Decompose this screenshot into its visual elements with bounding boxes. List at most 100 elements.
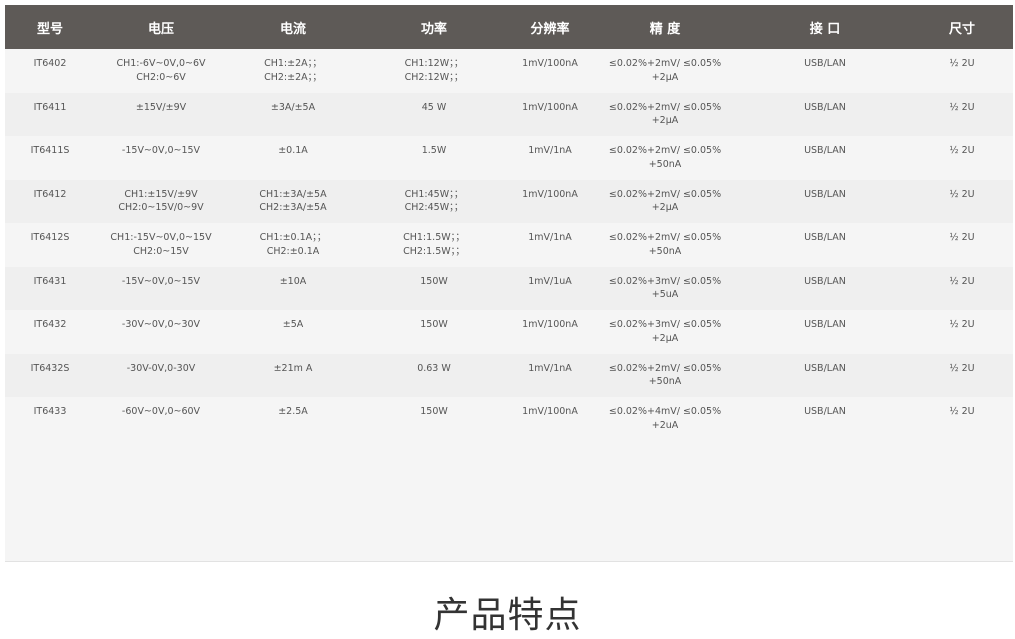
cell-voltage-line: CH2:0~15V/0~9V <box>118 202 204 213</box>
cell-current: CH1:±0.1A；； CH2:±0.1A <box>227 223 359 267</box>
cell-current-line: ±0.1A <box>278 145 308 156</box>
cell-size: ½ 2U <box>911 266 1013 310</box>
cell-current: ±0.1A <box>227 136 359 180</box>
cell-voltage-line: -15V~0V,0~15V <box>121 145 201 156</box>
cell-power-line: 150W <box>420 275 448 287</box>
cell-current-line: ±21m A <box>273 362 313 374</box>
cell-size: ½ 2U <box>911 92 1013 136</box>
cell-model: IT6432S <box>5 353 95 397</box>
cell-accuracy-line: ≤0.02%+2mV/ ≤0.05% <box>608 188 722 200</box>
table-row: IT6411S -15V~0V,0~15V ±0.1A 1.5W 1mV/1nA ≤0.0… <box>5 136 1013 180</box>
cell-resolution-line: 1mV/100nA <box>522 188 578 200</box>
table-row: IT6412S CH1:-15V~0V,0~15V CH2:0~15V CH1:±0.… <box>5 223 1013 267</box>
table-row: IT6412 CH1:±15V/±9V CH2:0~15V/0~9V CH1:±3A/… <box>5 179 1013 223</box>
cell-model: IT6411S <box>5 136 95 180</box>
cell-size: ½ 2U <box>911 353 1013 397</box>
cell-model: IT6411 <box>5 92 95 136</box>
cell-voltage: CH1:-6V~0V,0~6V CH2:0~6V <box>95 49 227 93</box>
cell-voltage-line: CH1:±15V/±9V <box>124 188 198 200</box>
header-resolution: 分辨率 <box>509 5 591 49</box>
cell-current: ±5A <box>227 310 359 354</box>
cell-accuracy: ≤0.02%+2mV/ ≤0.05% +2μA <box>591 92 739 136</box>
cell-power-line: 45 W <box>421 101 447 113</box>
cell-accuracy-line: +2μA <box>651 202 679 213</box>
cell-model: IT6412S <box>5 223 95 267</box>
cell-accuracy-line: +5uA <box>651 289 679 300</box>
cell-current: ±3A/±5A <box>227 92 359 136</box>
header-current: 电流 <box>227 5 359 49</box>
cell-power-line: CH1:1.5W；； <box>403 232 465 243</box>
cell-voltage-line: ±15V/±9V <box>135 101 187 113</box>
cell-resolution: 1mV/1nA <box>509 136 591 180</box>
cell-accuracy-line: ≤0.02%+3mV/ ≤0.05% <box>608 275 722 287</box>
cell-model: IT6402 <box>5 49 95 93</box>
cell-voltage-line: CH2:0~6V <box>136 71 186 83</box>
cell-resolution: 1mV/1uA <box>509 266 591 310</box>
cell-resolution-line: 1mV/1nA <box>528 232 572 243</box>
cell-size: ½ 2U <box>911 310 1013 354</box>
cell-voltage-line: -30V~0V,0~30V <box>121 319 201 330</box>
cell-resolution: 1mV/1nA <box>509 353 591 397</box>
cell-voltage-line: CH1:-6V~0V,0~6V <box>116 58 206 69</box>
cell-size: ½ 2U <box>911 179 1013 223</box>
cell-model: IT6431 <box>5 266 95 310</box>
header-voltage: 电压 <box>95 5 227 49</box>
cell-accuracy-line: +50nA <box>648 158 682 170</box>
cell-current-line: CH1:±0.1A；； <box>259 232 327 243</box>
table-row: IT6402 CH1:-6V~0V,0~6V CH2:0~6V CH1:±2A；； CH… <box>5 49 1013 93</box>
cell-resolution: 1mV/100nA <box>509 92 591 136</box>
cell-current-line: CH1:±2A；； <box>264 58 322 69</box>
cell-accuracy-line: ≤0.02%+3mV/ ≤0.05% <box>608 319 722 330</box>
cell-current: ±21m A <box>227 353 359 397</box>
cell-accuracy-line: ≤0.02%+2mV/ ≤0.05% <box>608 101 722 113</box>
cell-power: 150W <box>359 397 509 441</box>
cell-current-line: ±2.5A <box>278 406 308 417</box>
cell-current-line: ±3A/±5A <box>270 101 316 113</box>
cell-voltage-line: CH1:-15V~0V,0~15V <box>110 232 212 243</box>
spec-table: 型号 电压 电流 功率 分辨率 精 度 接 口 尺寸 IT6402 CH1:-6V… <box>5 5 1013 441</box>
cell-voltage: CH1:-15V~0V,0~15V CH2:0~15V <box>95 223 227 267</box>
cell-accuracy-line: +2μA <box>651 115 679 126</box>
table-row: IT6431 -15V~0V,0~15V ±10A 150W 1mV/1uA ≤0.02%… <box>5 266 1013 310</box>
cell-current: ±2.5A <box>227 397 359 441</box>
cell-voltage-line: -60V~0V,0~60V <box>121 406 201 417</box>
cell-accuracy-line: ≤0.02%+2mV/ ≤0.05% <box>608 58 722 69</box>
cell-resolution: 1mV/1nA <box>509 223 591 267</box>
cell-accuracy-line: +50nA <box>648 376 682 387</box>
cell-model: IT6433 <box>5 397 95 441</box>
header-interface: 接 口 <box>739 5 911 49</box>
cell-accuracy-line: +2μA <box>651 71 679 83</box>
cell-accuracy-line: +50nA <box>648 245 682 257</box>
cell-accuracy-line: +2μA <box>651 332 679 344</box>
cell-interface: USB/LAN <box>739 223 911 267</box>
cell-voltage: -15V~0V,0~15V <box>95 266 227 310</box>
cell-voltage-line: -15V~0V,0~15V <box>121 275 201 287</box>
cell-power-line: CH1:45W；； <box>404 188 464 200</box>
cell-accuracy-line: ≤0.02%+2mV/ ≤0.05% <box>608 362 722 374</box>
cell-accuracy-line: ≤0.02%+2mV/ ≤0.05% <box>608 232 722 243</box>
table-body: IT6402 CH1:-6V~0V,0~6V CH2:0~6V CH1:±2A；； CH… <box>5 49 1013 441</box>
cell-model: IT6412 <box>5 179 95 223</box>
cell-size: ½ 2U <box>911 397 1013 441</box>
cell-voltage-line: CH2:0~15V <box>133 245 189 257</box>
cell-power: 150W <box>359 310 509 354</box>
table-row: IT6432 -30V~0V,0~30V ±5A 150W 1mV/100nA ≤0.02… <box>5 310 1013 354</box>
cell-current-line: ±10A <box>279 275 307 287</box>
cell-power: CH1:45W；； CH2:45W；； <box>359 179 509 223</box>
cell-power: CH1:12W；； CH2:12W；； <box>359 49 509 93</box>
cell-voltage: -30V-0V,0-30V <box>95 353 227 397</box>
cell-accuracy: ≤0.02%+4mV/ ≤0.05% +2uA <box>591 397 739 441</box>
cell-current: CH1:±3A/±5A CH2:±3A/±5A <box>227 179 359 223</box>
cell-resolution: 1mV/100nA <box>509 310 591 354</box>
cell-power-line: CH2:45W；； <box>404 202 464 213</box>
cell-accuracy: ≤0.02%+2mV/ ≤0.05% +50nA <box>591 353 739 397</box>
cell-voltage: ±15V/±9V <box>95 92 227 136</box>
cell-power: 1.5W <box>359 136 509 180</box>
cell-current-line: CH2:±2A；； <box>264 71 322 83</box>
cell-interface: USB/LAN <box>739 266 911 310</box>
cell-interface: USB/LAN <box>739 310 911 354</box>
cell-resolution-line: 1mV/100nA <box>522 406 578 417</box>
cell-accuracy-line: +2uA <box>651 419 679 431</box>
cell-resolution: 1mV/100nA <box>509 49 591 93</box>
cell-accuracy-line: ≤0.02%+4mV/ ≤0.05% <box>608 406 722 417</box>
